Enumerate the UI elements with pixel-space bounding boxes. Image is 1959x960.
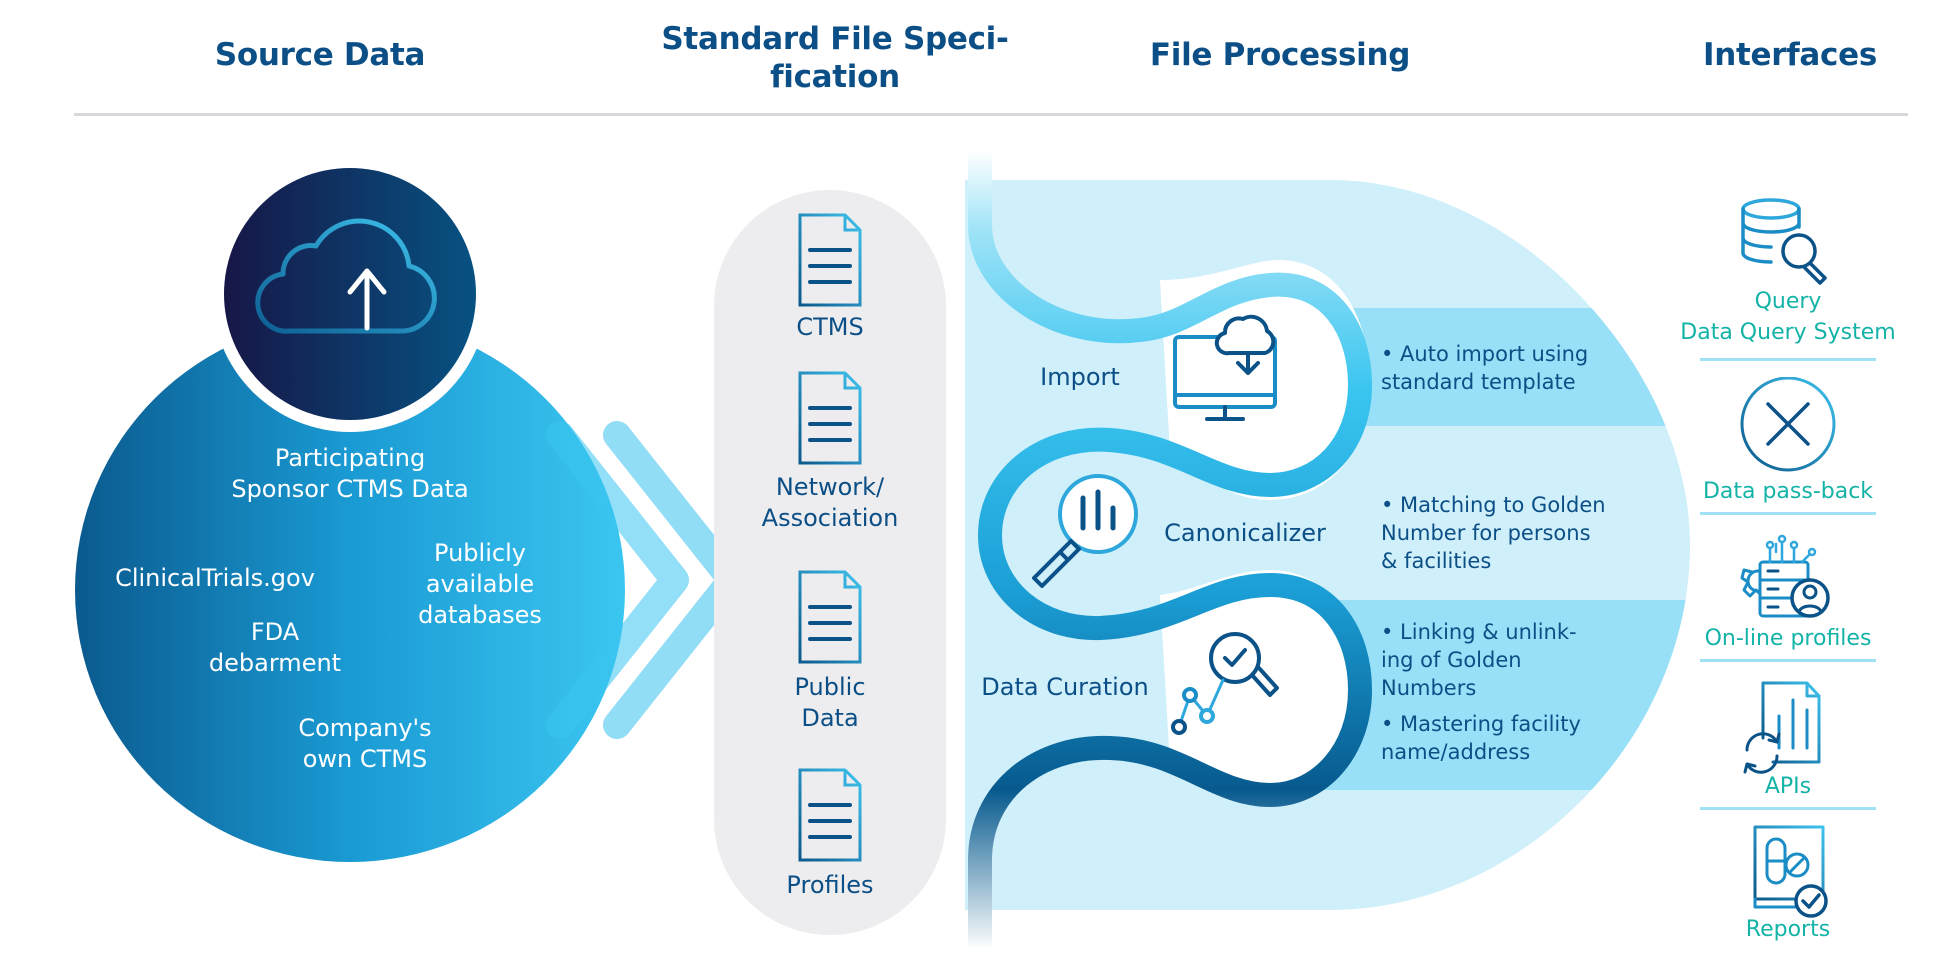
magnifier-chart-icon (1032, 474, 1138, 588)
source-item-line: Publicly (434, 539, 526, 567)
spec-file-label: Association (761, 504, 899, 532)
bullet-line: Number for persons (1381, 521, 1591, 545)
spec-file-label: Public (794, 673, 866, 701)
bullet-line: name/address (1381, 740, 1531, 764)
spec-file-ctms: CTMS (730, 312, 930, 343)
spec-file-profiles: Profiles (730, 870, 930, 901)
spec-file-public-data: Public Data (730, 672, 930, 734)
step-label-data-curation: Data Curation (981, 673, 1149, 701)
source-item-line: Company's (298, 714, 432, 742)
interface-label: APIs (1764, 774, 1812, 799)
interface-apis: APIs (1680, 771, 1896, 802)
bullet-line: • Mastering facility (1381, 712, 1581, 736)
import-bullets: • Auto import using standard template (1375, 340, 1635, 404)
source-item-line: Sponsor CTMS Data (231, 475, 469, 503)
spec-file-network: Network/ Association (730, 472, 930, 534)
interface-divider (1700, 807, 1876, 810)
source-company-ctms: Company's own CTMS (275, 713, 455, 775)
interface-label: On-line profiles (1704, 626, 1872, 651)
bullet-item: • Mastering facility name/address (1375, 710, 1645, 766)
circle-x-icon (1740, 377, 1836, 472)
document-icon (798, 371, 862, 465)
interface-divider (1700, 358, 1876, 361)
magnifier-check-graph-icon (1171, 632, 1279, 735)
bullet-line: ing of Golden (1381, 648, 1522, 672)
source-item-line: ClinicalTrials.gov (115, 564, 315, 592)
interface-label: Query (1754, 289, 1822, 314)
canonicalizer-bullets: • Matching to Golden Number for persons … (1375, 491, 1645, 583)
bullet-line: standard template (1381, 370, 1576, 394)
interface-label: Data pass-back (1702, 479, 1874, 504)
spec-file-label: Data (801, 704, 859, 732)
spec-file-label: Profiles (786, 871, 874, 899)
interface-divider (1700, 659, 1876, 662)
source-publicly-available: Publicly available databases (400, 538, 560, 631)
document-chart-sync-icon (1743, 681, 1821, 774)
interface-reports: Reports (1680, 914, 1896, 945)
bullet-item: • Matching to Golden Number for persons … (1375, 491, 1645, 575)
database-search-icon (1741, 198, 1827, 285)
document-icon (798, 213, 862, 307)
source-item-line: Participating (274, 444, 426, 472)
source-item-line: FDA (250, 618, 300, 646)
bullet-item: • Linking & unlink- ing of Golden Number… (1375, 618, 1645, 702)
source-item-line: available (425, 570, 535, 598)
source-item-line: own CTMS (302, 745, 428, 773)
source-fda-debarment: FDA debarment (195, 617, 355, 679)
interface-query: Query Data Query System (1680, 286, 1896, 348)
source-item-line: databases (418, 601, 542, 629)
bullet-line: • Matching to Golden (1381, 493, 1606, 517)
interface-label: Reports (1745, 917, 1831, 942)
server-user-gear-icon (1740, 534, 1830, 618)
interface-label: Data Query System (1680, 320, 1896, 345)
bullet-line: • Linking & unlink- (1381, 620, 1577, 644)
step-label-import: Import (1040, 363, 1120, 391)
source-participating-sponsor: Participating Sponsor CTMS Data (210, 443, 490, 505)
interface-data-pass-back: Data pass-back (1680, 476, 1896, 507)
source-clinicaltrials: ClinicalTrials.gov (100, 563, 330, 594)
document-icon (798, 570, 862, 664)
spec-file-label: Network/ (775, 473, 885, 501)
spec-file-label: CTMS (796, 313, 864, 341)
bullet-line: • Auto import using (1381, 342, 1589, 366)
bullet-line: & facilities (1381, 549, 1492, 573)
bullet-line: Numbers (1381, 676, 1477, 700)
source-item-line: debarment (208, 649, 342, 677)
monitor-cloud-download-icon (1173, 314, 1277, 421)
interface-online-profiles: On-line profiles (1680, 623, 1896, 654)
bullet-item: • Auto import using standard template (1375, 340, 1635, 396)
report-pills-check-icon (1753, 825, 1828, 918)
interface-divider (1700, 512, 1876, 515)
curation-bullets: • Linking & unlink- ing of Golden Number… (1375, 618, 1645, 774)
document-icon (798, 768, 862, 862)
step-label-canonicalizer: Canonicalizer (1164, 519, 1326, 547)
